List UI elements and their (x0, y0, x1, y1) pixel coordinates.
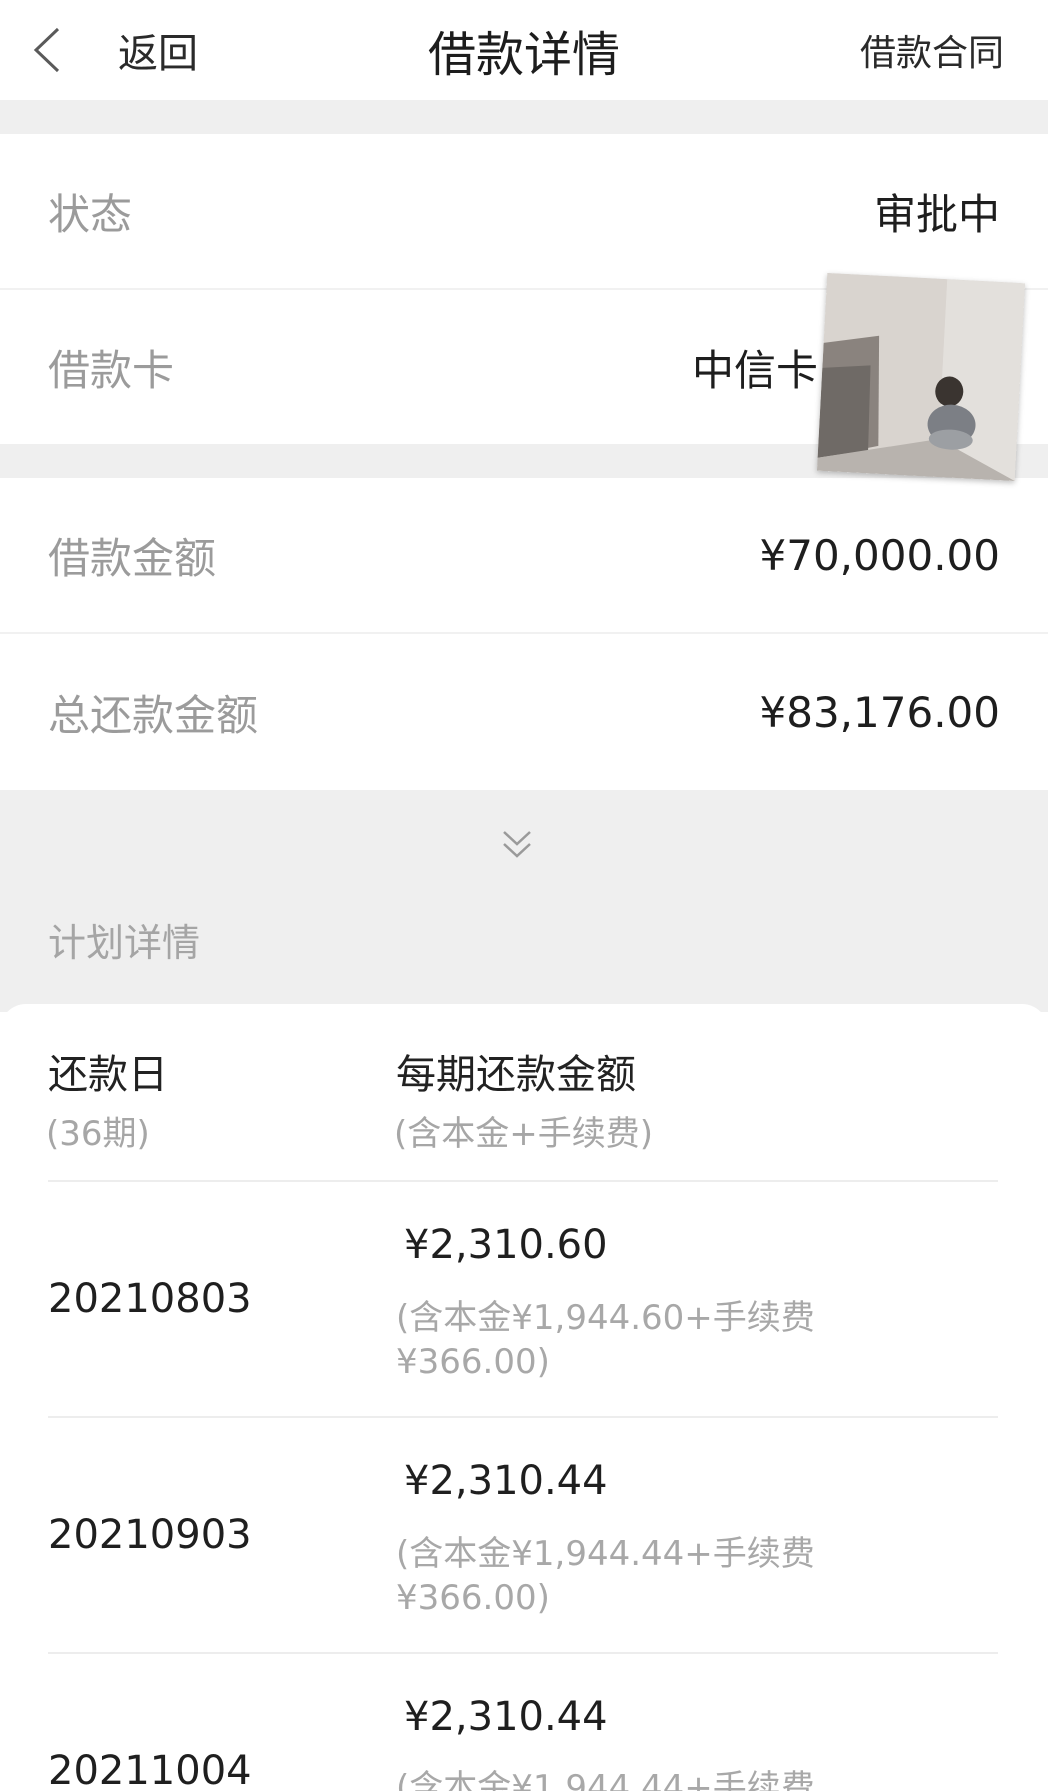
repayment-date-header: 还款日 (48, 1052, 168, 1098)
divider (48, 1180, 998, 1182)
status-row: 状态 审批中 (0, 134, 1048, 288)
total-repayment-value: ¥83,176.00 (759, 687, 1000, 737)
schedule-amount: ¥2,310.44 (404, 1694, 608, 1740)
total-repayment-label: 总还款金额 (48, 690, 259, 740)
child-photo-sticker (816, 272, 1026, 482)
installment-amount-note: (含本金+手续费) (394, 1114, 654, 1154)
total-repayment-row: 总还款金额 ¥83,176.00 (0, 634, 1048, 790)
status-label: 状态 (48, 189, 133, 239)
installment-amount-header: 每期还款金额 (396, 1052, 636, 1098)
installment-count: (36期) (46, 1114, 150, 1154)
divider (48, 1416, 998, 1418)
schedule-breakdown: (含本金¥1,944.44+手续费 (396, 1768, 815, 1791)
loan-card-label: 借款卡 (48, 345, 175, 395)
schedule-amount: ¥2,310.44 (404, 1458, 608, 1504)
loan-amount-label: 借款金额 (48, 533, 217, 583)
loan-amount-value: ¥70,000.00 (759, 530, 1000, 580)
plan-header-area (0, 790, 1048, 1012)
double-chevron-down-icon[interactable] (500, 826, 534, 862)
schedule-date: 20210903 (48, 1512, 252, 1558)
schedule-breakdown: (含本金¥1,944.60+手续费¥366.00) (396, 1298, 815, 1382)
divider (48, 1652, 998, 1654)
schedule-amount: ¥2,310.60 (404, 1222, 608, 1268)
loan-amount-row: 借款金额 ¥70,000.00 (0, 478, 1048, 632)
status-value: 审批中 (873, 189, 1000, 239)
loan-contract-link[interactable]: 借款合同 (860, 8, 1004, 92)
schedule-date: 20211004 (48, 1748, 252, 1791)
top-nav-bar: 返回 借款详情 借款合同 (0, 0, 1048, 100)
schedule-date: 20210803 (48, 1276, 252, 1322)
section-gap (0, 100, 1048, 134)
loan-card-value: 中信卡 (691, 345, 818, 395)
child-photo-image (816, 272, 1026, 482)
schedule-breakdown: (含本金¥1,944.44+手续费¥366.00) (396, 1534, 815, 1618)
plan-details-title: 计划详情 (48, 921, 201, 965)
